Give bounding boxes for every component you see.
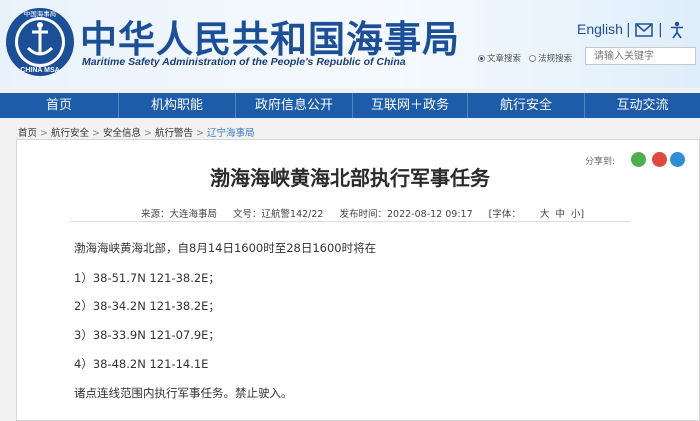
breadcrumb-nav-safety[interactable]: 航行安全 bbox=[51, 128, 89, 139]
search-input[interactable] bbox=[585, 47, 696, 65]
breadcrumb-separator: > bbox=[195, 128, 204, 139]
main-nav: 首页 机构职能 政府信息公开 互联网＋政务 航行安全 互动交流 bbox=[0, 93, 700, 118]
meta-doc-no: 文号：辽航警142/22 bbox=[233, 209, 324, 220]
english-link[interactable]: English bbox=[577, 21, 623, 37]
breadcrumb-home[interactable]: 首页 bbox=[18, 128, 37, 139]
breadcrumb-liaoning[interactable]: 辽宁海事局 bbox=[207, 128, 255, 139]
breadcrumb-separator: > bbox=[40, 128, 48, 139]
breadcrumb-separator: > bbox=[143, 128, 152, 139]
radio-regulations[interactable] bbox=[529, 55, 537, 62]
font-size-switcher: [字体： 大中小] bbox=[489, 209, 597, 220]
search-type-options: 文章搜索 法规搜索 bbox=[478, 52, 572, 64]
site-title-cn: 中华人民共和国海事局 bbox=[80, 17, 460, 61]
breadcrumb-nav-warning[interactable]: 航行警告 bbox=[155, 128, 193, 139]
article-paragraph: 4）38-48.2N 121-14.1E bbox=[74, 357, 209, 371]
font-size-label: [字体： bbox=[488, 209, 521, 220]
nav-item-gov-info[interactable]: 政府信息公开 bbox=[236, 93, 353, 118]
nav-item-nav-safety[interactable]: 航行安全 bbox=[468, 93, 585, 118]
logo-cn-text: 中国海事局 bbox=[24, 9, 57, 18]
breadcrumb-safety-info[interactable]: 安全信息 bbox=[103, 128, 141, 139]
nav-item-org[interactable]: 机构职能 bbox=[119, 93, 236, 118]
radio-regulations-label: 法规搜索 bbox=[538, 54, 573, 64]
font-size-close: ] bbox=[580, 209, 585, 220]
article-paragraph: 渤海海峡黄海北部，自8月14日1600时至28日1600时将在 bbox=[74, 241, 377, 255]
header-separator: | bbox=[658, 22, 663, 38]
article-paragraph: 1）38-51.7N 121-38.2E； bbox=[74, 271, 220, 285]
meta-source: 来源：大连海事局 bbox=[141, 209, 218, 220]
article-paragraph: 诸点连线范围内执行军事任务。禁止驶入。 bbox=[74, 386, 293, 400]
accessibility-icon[interactable] bbox=[669, 21, 685, 39]
meta-divider bbox=[70, 221, 630, 222]
breadcrumb-separator: > bbox=[92, 128, 100, 139]
article-paragraph: 2）38-34.2N 121-38.2E； bbox=[74, 299, 220, 313]
logo-text: CHINA MSA bbox=[20, 67, 59, 74]
article-meta: 来源：大连海事局 文号：辽航警142/22 发布时间：2022-08-12 09… bbox=[141, 206, 610, 220]
radio-fulltext-label: 文章搜索 bbox=[487, 54, 522, 64]
nav-item-home[interactable]: 首页 bbox=[0, 93, 119, 118]
article-title: 渤海海峡黄海北部执行军事任务 bbox=[210, 166, 490, 190]
site-header: CHINA MSA 中国海事局 中华人民共和国海事局 Maritime Safe… bbox=[0, 0, 700, 88]
font-small-link[interactable]: 小 bbox=[571, 209, 581, 220]
msa-logo[interactable]: CHINA MSA 中国海事局 bbox=[4, 6, 76, 78]
breadcrumb: 首页 > 航行安全 > 安全信息 > 航行警告 > 辽宁海事局 bbox=[18, 125, 254, 139]
meta-published: 发布时间：2022-08-12 09:17 bbox=[339, 209, 473, 220]
radio-fulltext[interactable] bbox=[478, 55, 485, 62]
nav-item-interaction[interactable]: 互动交流 bbox=[585, 93, 700, 118]
site-title-en: Maritime Safety Administration of the Pe… bbox=[82, 56, 406, 68]
header-separator: | bbox=[626, 22, 631, 38]
nav-item-internet-gov[interactable]: 互联网＋政务 bbox=[353, 93, 468, 118]
font-medium-link[interactable]: 中 bbox=[555, 209, 565, 220]
article-paragraph: 3）38-33.9N 121-07.9E； bbox=[74, 328, 220, 342]
font-large-link[interactable]: 大 bbox=[540, 209, 550, 220]
mail-icon[interactable] bbox=[635, 23, 653, 37]
